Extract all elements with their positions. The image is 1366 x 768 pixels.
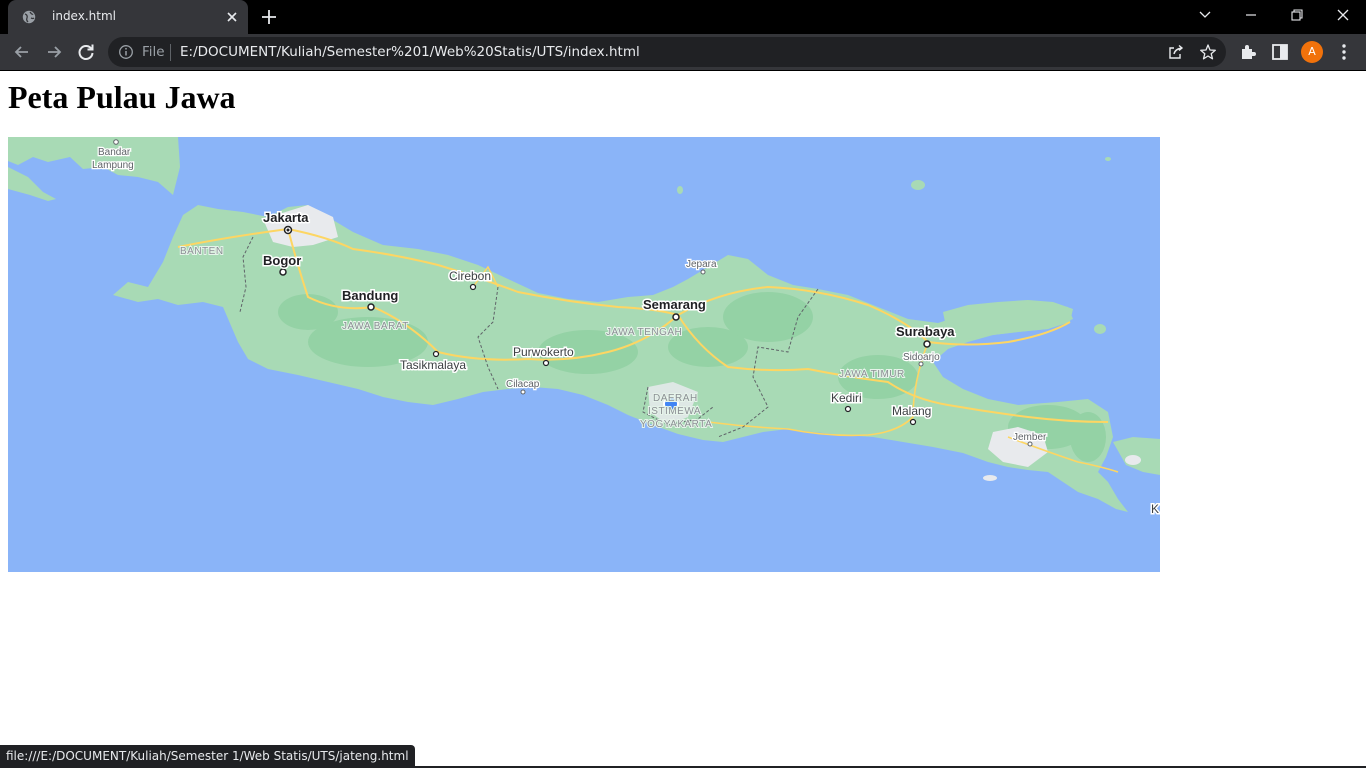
semarang-marker	[672, 313, 680, 321]
label-bandar: Bandar	[98, 147, 131, 158]
label-daerah: DAERAH	[653, 393, 698, 404]
label-jawa-barat: JAWA BARAT	[342, 321, 409, 332]
address-scheme-label: File	[142, 44, 165, 60]
bogor-marker	[279, 268, 287, 276]
browser-toolbar: File E:/DOCUMENT/Kuliah/Semester%201/Web…	[0, 34, 1366, 70]
label-jawa-tengah: JAWA TENGAH	[606, 327, 682, 338]
tab-strip: index.html	[0, 0, 1366, 34]
label-surabaya: Surabaya	[896, 324, 955, 339]
globe-icon	[22, 10, 36, 24]
tab-title: index.html	[52, 9, 116, 23]
surabaya-marker	[923, 340, 931, 348]
map-graphic: Bandar Lampung Jakarta Bogor BANTEN Band…	[8, 137, 1160, 518]
malang-marker	[909, 418, 917, 426]
forward-arrow-icon[interactable]	[43, 41, 65, 63]
reload-icon[interactable]	[75, 41, 97, 63]
back-arrow-icon[interactable]	[11, 41, 33, 63]
new-tab-icon[interactable]	[257, 6, 281, 28]
label-kediri: Kediri	[831, 391, 862, 405]
profile-avatar[interactable]: A	[1301, 41, 1323, 63]
cirebon-marker	[469, 283, 477, 291]
close-tab-icon[interactable]	[224, 9, 240, 25]
minimize-icon[interactable]	[1228, 0, 1274, 30]
label-malang: Malang	[892, 404, 931, 418]
tasikmalaya-marker	[432, 350, 440, 358]
java-map-image[interactable]: Bandar Lampung Jakarta Bogor BANTEN Band…	[8, 137, 1160, 572]
status-bar-link-preview: file:///E:/DOCUMENT/Kuliah/Semester 1/We…	[0, 745, 415, 767]
kediri-marker	[844, 405, 852, 413]
label-istimewa: ISTIMEWA	[648, 406, 701, 417]
label-yogyakarta: YOGYAKARTA	[640, 419, 712, 430]
label-semarang: Semarang	[643, 297, 706, 312]
label-lampung: Lampung	[92, 160, 134, 171]
label-cirebon: Cirebon	[449, 269, 491, 283]
label-banten: BANTEN	[180, 246, 224, 257]
label-tasikmalaya: Tasikmalaya	[400, 358, 466, 372]
label-sidoarjo: Sidoarjo	[903, 352, 940, 363]
close-window-icon[interactable]	[1320, 0, 1366, 30]
address-url[interactable]: E:/DOCUMENT/Kuliah/Semester%201/Web%20St…	[180, 44, 640, 60]
label-jakarta: Jakarta	[263, 210, 309, 225]
address-divider	[170, 44, 171, 61]
bookmark-star-icon[interactable]	[1199, 43, 1217, 61]
address-bar[interactable]: File E:/DOCUMENT/Kuliah/Semester%201/Web…	[108, 37, 1226, 67]
tab-search-chevron-icon[interactable]	[1182, 0, 1228, 30]
label-cilacap: Cilacap	[506, 379, 540, 390]
bandung-marker	[367, 303, 375, 311]
label-bandung: Bandung	[342, 288, 398, 303]
label-k-edge: K	[1151, 502, 1159, 516]
label-jepara: Jepara	[686, 259, 717, 270]
share-icon[interactable]	[1167, 43, 1185, 61]
label-jawa-timur: JAWA TIMUR	[839, 369, 905, 380]
label-bogor: Bogor	[263, 253, 301, 268]
info-icon[interactable]	[118, 44, 134, 60]
purwokerto-marker	[542, 359, 550, 367]
page-title: Peta Pulau Jawa	[8, 79, 236, 115]
label-jember: Jember	[1013, 432, 1047, 443]
label-purwokerto: Purwokerto	[513, 345, 574, 359]
restore-icon[interactable]	[1274, 0, 1320, 30]
more-menu-icon[interactable]	[1333, 41, 1355, 63]
side-panel-icon[interactable]	[1269, 41, 1291, 63]
tab-index-html[interactable]: index.html	[8, 0, 248, 34]
toolbar-divider	[0, 70, 1366, 71]
extensions-puzzle-icon[interactable]	[1237, 41, 1259, 63]
